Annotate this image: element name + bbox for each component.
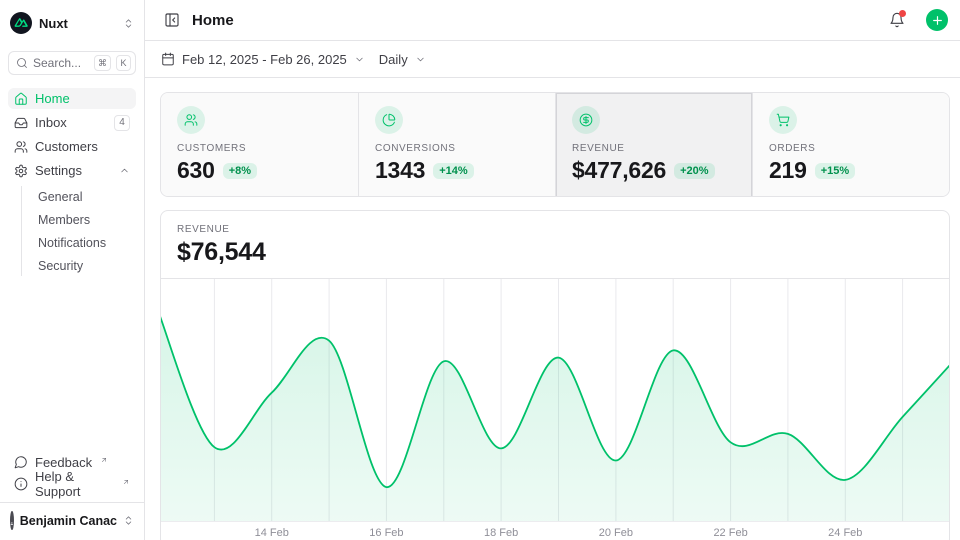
page-content: CUSTOMERS 630 +8% CONVERSIONS 1343 +14% — [145, 78, 960, 540]
sidebar-item-help-support[interactable]: Help & Support — [8, 474, 136, 494]
kbd-k: K — [116, 55, 131, 71]
sidebar-collapse-button[interactable] — [162, 10, 182, 30]
page-header: Home — [145, 0, 960, 41]
sidebar-item-security[interactable]: Security — [34, 255, 136, 276]
stat-change-badge: +14% — [433, 163, 473, 179]
users-icon — [177, 106, 205, 134]
user-name: Benjamin Canac — [20, 514, 117, 528]
sidebar-item-label: Home — [35, 91, 130, 106]
stats-group: CUSTOMERS 630 +8% CONVERSIONS 1343 +14% — [160, 92, 950, 197]
circle-dollar-icon — [572, 106, 600, 134]
stat-card-orders[interactable]: ORDERS 219 +15% — [752, 93, 949, 197]
sidebar-nav: Home Inbox 4 Customers Settings General … — [8, 88, 136, 276]
inbox-icon — [14, 116, 28, 130]
stat-card-revenue[interactable]: REVENUE $477,626 +20% — [555, 93, 752, 197]
stat-value: 219 — [769, 157, 807, 184]
sidebar-item-inbox[interactable]: Inbox 4 — [8, 112, 136, 133]
inbox-count-badge: 4 — [114, 115, 130, 131]
kbd-cmd: ⌘ — [94, 55, 111, 71]
add-button[interactable] — [926, 9, 948, 31]
sidebar-item-general[interactable]: General — [34, 186, 136, 207]
x-axis-tick-label: 14 Feb — [255, 527, 289, 539]
x-axis-tick-label: 22 Feb — [713, 527, 747, 539]
stat-label: CUSTOMERS — [177, 143, 342, 154]
stat-card-conversions[interactable]: CONVERSIONS 1343 +14% — [358, 93, 555, 197]
home-icon — [14, 92, 28, 106]
date-range-value: Feb 12, 2025 - Feb 26, 2025 — [182, 52, 347, 67]
settings-subnav: General Members Notifications Security — [21, 186, 136, 276]
revenue-chart-plot[interactable] — [161, 279, 949, 522]
x-axis-tick-label: 18 Feb — [484, 527, 518, 539]
chart-title: REVENUE — [177, 224, 933, 235]
stat-label: ORDERS — [769, 143, 933, 154]
external-link-icon — [100, 456, 108, 464]
notifications-button[interactable] — [884, 7, 910, 33]
x-axis-tick-label: 16 Feb — [369, 527, 403, 539]
external-link-icon — [122, 478, 130, 486]
stat-value: $477,626 — [572, 157, 666, 184]
revenue-area-chart — [161, 279, 949, 521]
gear-icon — [14, 164, 28, 178]
sidebar-footer-nav: Feedback Help & Support — [8, 452, 136, 502]
page-title: Home — [192, 12, 874, 29]
sidebar-item-label: Help & Support — [35, 469, 114, 499]
user-menu[interactable]: Benjamin Canac — [0, 502, 144, 532]
sidebar-item-notifications[interactable]: Notifications — [34, 232, 136, 253]
nuxt-logo-icon — [10, 12, 32, 34]
avatar — [10, 511, 14, 530]
period-value: Daily — [379, 52, 408, 67]
sidebar-item-settings[interactable]: Settings — [8, 160, 136, 181]
date-range-picker[interactable]: Feb 12, 2025 - Feb 26, 2025 — [161, 52, 365, 67]
stat-change-badge: +20% — [674, 163, 714, 179]
notification-dot — [899, 10, 906, 17]
sidebar: Nuxt Search... ⌘ K Home Inbox 4 — [0, 0, 145, 540]
period-select[interactable]: Daily — [379, 52, 426, 67]
stat-label: REVENUE — [572, 143, 736, 154]
chart-pie-icon — [375, 106, 403, 134]
search-input[interactable]: Search... ⌘ K — [8, 51, 136, 75]
stat-value: 630 — [177, 157, 215, 184]
stat-card-customers[interactable]: CUSTOMERS 630 +8% — [161, 93, 358, 197]
chevrons-up-down-icon — [123, 18, 134, 29]
revenue-chart-card: REVENUE $76,544 14 Feb 16 Feb 18 Feb 20 Feb… — [160, 210, 950, 540]
main-area: Home Feb 12, 2025 - Feb 26, 2025 Daily — [145, 0, 960, 540]
revenue-chart-header: REVENUE $76,544 — [161, 211, 949, 279]
sidebar-item-label: Customers — [35, 139, 130, 154]
chart-current-value: $76,544 — [177, 238, 933, 267]
search-icon — [16, 57, 28, 69]
users-icon — [14, 140, 28, 154]
sidebar-item-home[interactable]: Home — [8, 88, 136, 109]
chevrons-up-down-icon — [123, 515, 134, 526]
sidebar-item-label: Settings — [35, 163, 112, 178]
message-bubble-icon — [14, 455, 28, 469]
workspace-switcher[interactable]: Nuxt — [8, 10, 136, 36]
stat-change-badge: +15% — [815, 163, 855, 179]
sidebar-item-customers[interactable]: Customers — [8, 136, 136, 157]
chevron-up-icon — [119, 165, 130, 176]
calendar-icon — [161, 52, 175, 66]
stat-label: CONVERSIONS — [375, 143, 539, 154]
filters-toolbar: Feb 12, 2025 - Feb 26, 2025 Daily — [145, 41, 960, 78]
stat-value: 1343 — [375, 157, 425, 184]
panel-collapse-icon — [164, 12, 180, 28]
x-axis-tick-label: 20 Feb — [599, 527, 633, 539]
chevron-down-icon — [354, 54, 365, 65]
dashboard-app: Nuxt Search... ⌘ K Home Inbox 4 — [0, 0, 960, 540]
stat-change-badge: +8% — [223, 163, 257, 179]
revenue-chart-xlabels: 14 Feb 16 Feb 18 Feb 20 Feb 22 Feb 24 Feb — [161, 522, 949, 540]
info-circle-icon — [14, 477, 28, 491]
plus-icon — [931, 14, 944, 27]
x-axis-tick-label: 24 Feb — [828, 527, 862, 539]
cart-icon — [769, 106, 797, 134]
sidebar-item-label: Feedback — [35, 455, 92, 470]
sidebar-item-label: Inbox — [35, 115, 107, 130]
workspace-name: Nuxt — [39, 16, 116, 31]
sidebar-item-members[interactable]: Members — [34, 209, 136, 230]
sidebar-spacer — [8, 276, 136, 452]
chevron-down-icon — [415, 54, 426, 65]
search-placeholder: Search... — [33, 56, 89, 70]
